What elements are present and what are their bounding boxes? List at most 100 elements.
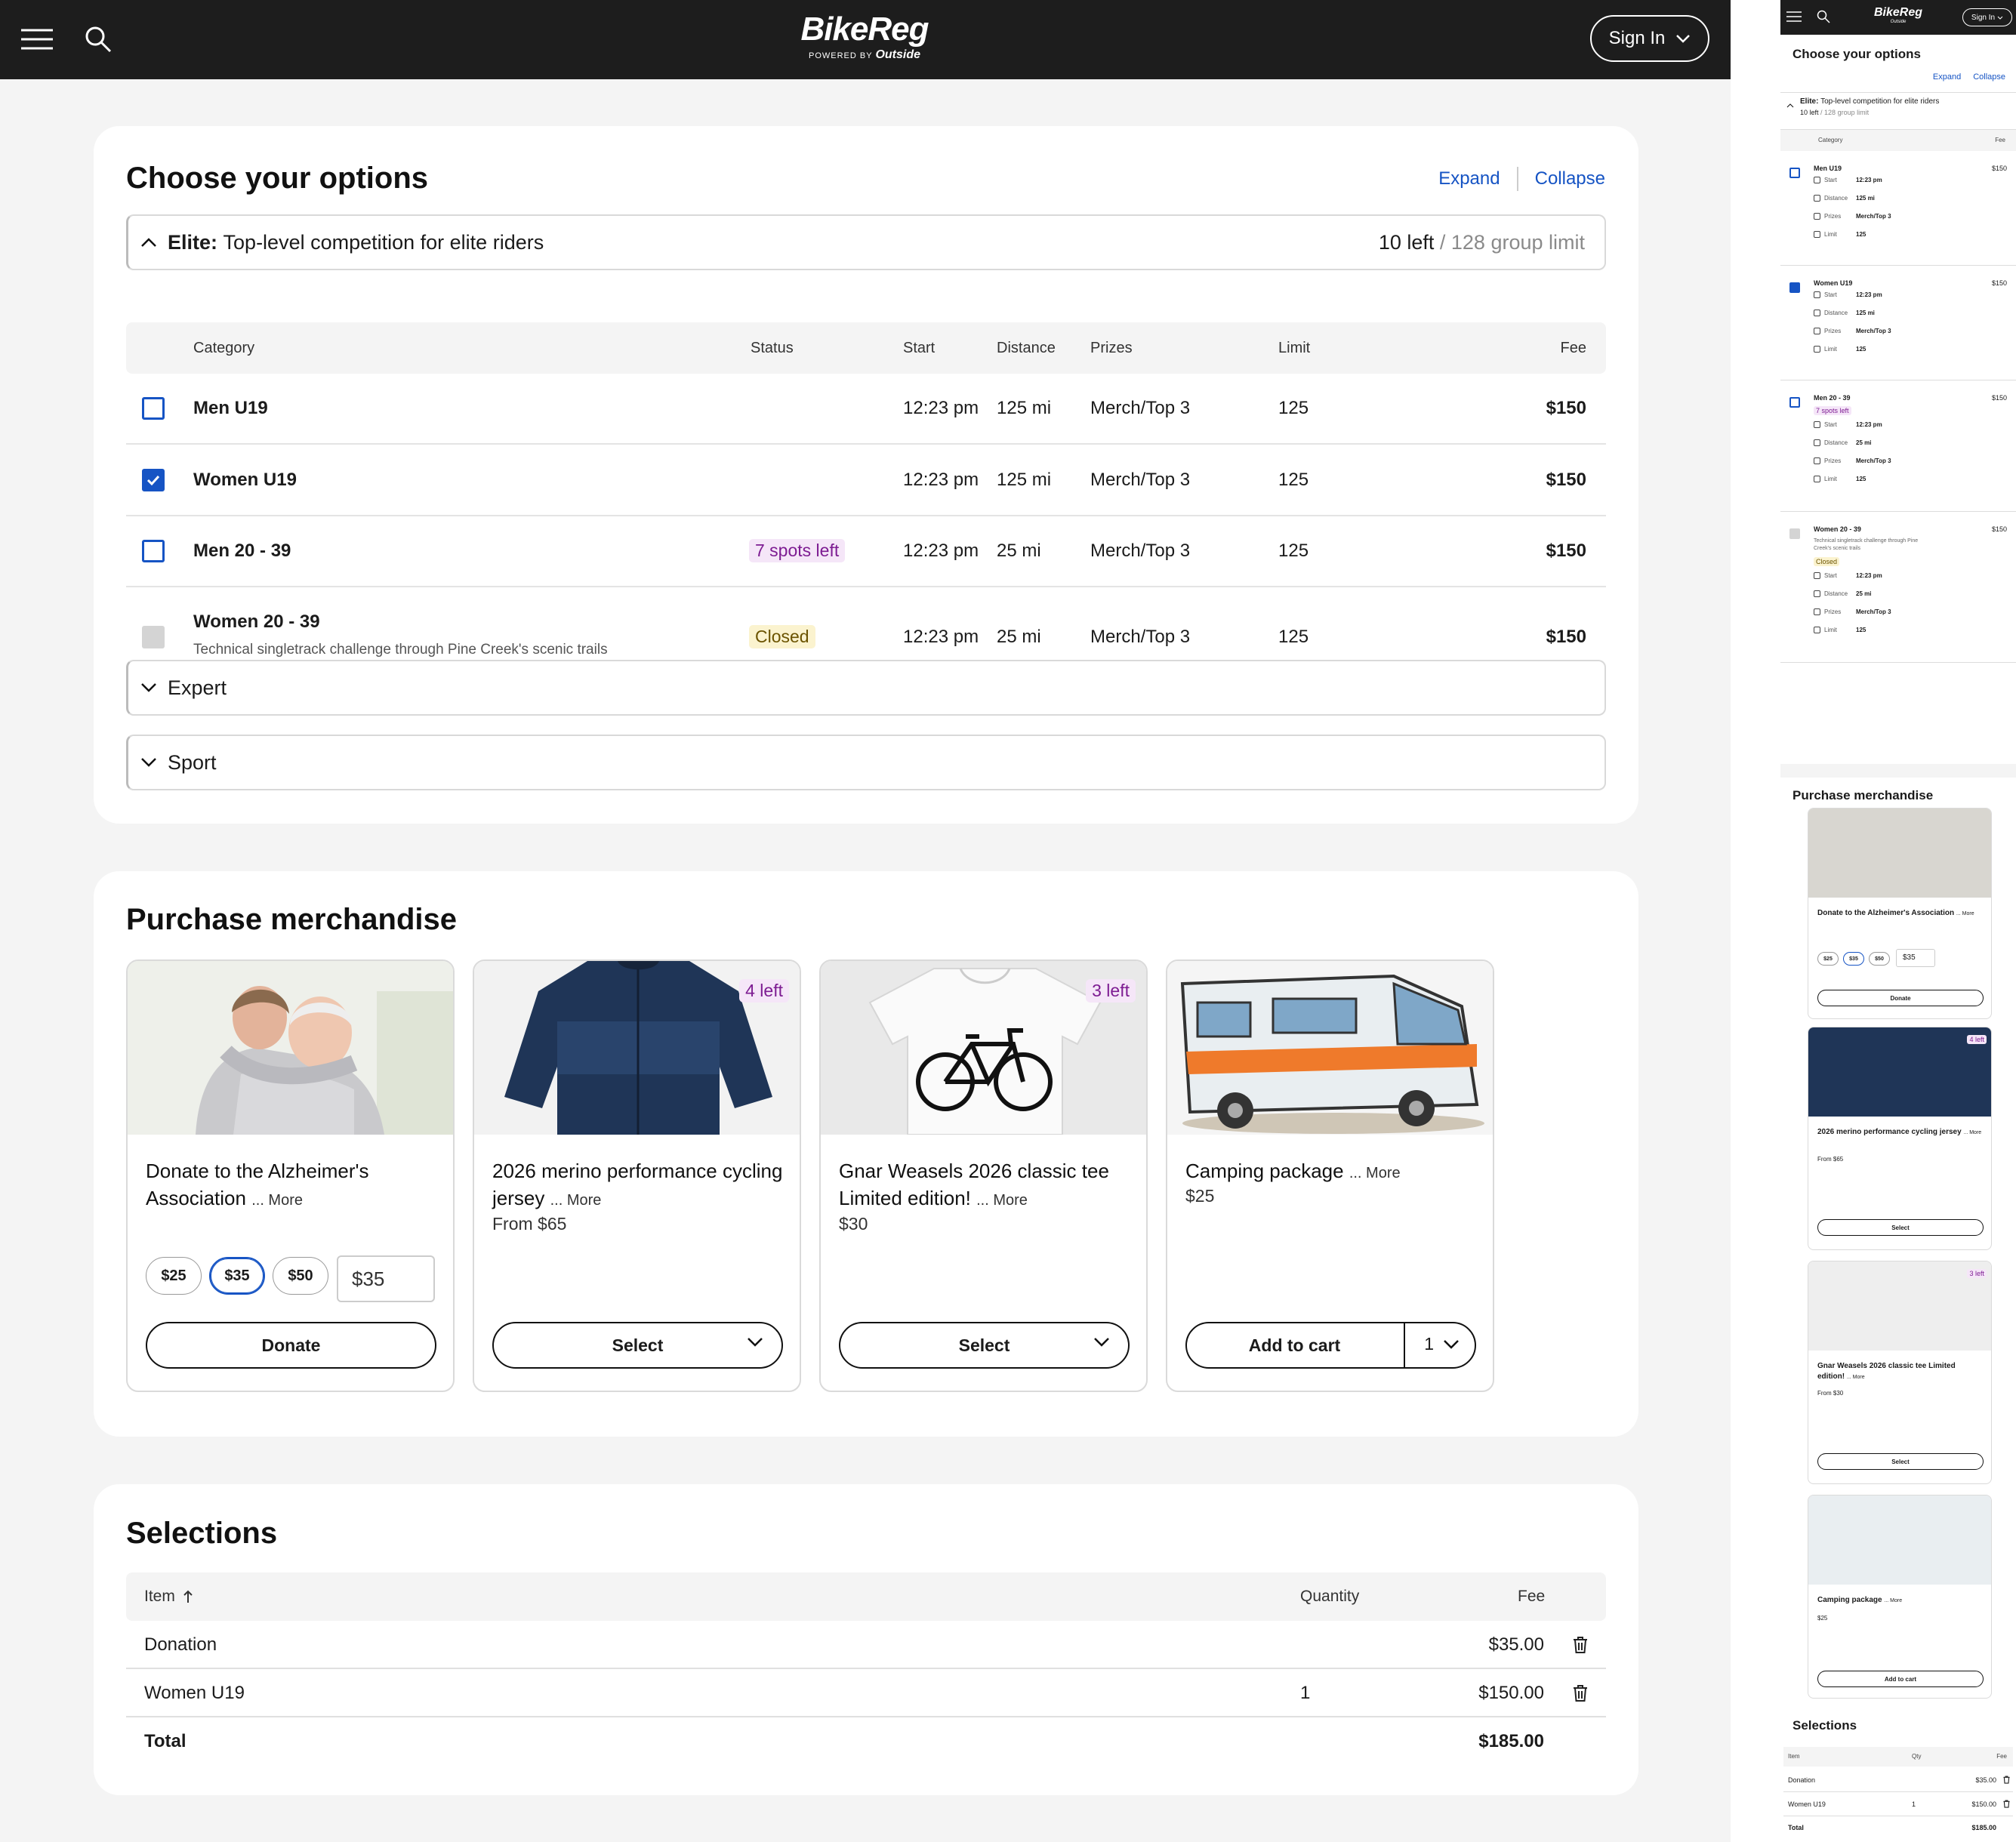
start-time: 12:23 pm [903, 541, 979, 561]
total-row: Total $185.00 [1783, 1816, 2013, 1839]
trophy-icon [1814, 608, 1820, 615]
start-time: 12:23 pm [903, 398, 979, 418]
amount-chip-25[interactable]: $25 [146, 1257, 202, 1295]
category-description: Technical singletrack challenge through … [193, 642, 608, 658]
group-header-expert[interactable]: Expert [126, 660, 1606, 716]
field-value: 125 mi [1856, 195, 1875, 202]
item-quantity: 1 [1300, 1683, 1311, 1703]
fee: $150 [1546, 541, 1586, 561]
group-header-elite[interactable]: Elite: Top-level competition for elite r… [1780, 92, 2016, 130]
field-label: Prizes [1824, 328, 1842, 334]
amount-chip[interactable]: $50 [1869, 952, 1890, 966]
field-label: Limit [1824, 627, 1837, 633]
group-header-sport[interactable]: Sport [126, 735, 1606, 790]
trash-icon[interactable] [2003, 1800, 2010, 1808]
more-link[interactable]: ... More [1963, 1130, 1981, 1135]
category-checkbox[interactable] [1789, 397, 1800, 408]
mobile-category-row: Women U19 $150 Start 12:23 pm Distance 125 mi… [1780, 266, 2016, 380]
mobile-merch-item: 3 left Gnar Weasels 2026 classic tee Limi… [1808, 1261, 1992, 1484]
trash-icon[interactable] [2003, 1776, 2010, 1784]
mobile-table-header: Category Fee [1780, 130, 2016, 151]
field-label: Prizes [1824, 213, 1842, 220]
clock-icon [1814, 572, 1820, 579]
sign-in-button[interactable]: Sign In [1962, 8, 2012, 26]
merch-item-camping: Camping package ... More $25 Add to cart… [1166, 960, 1494, 1392]
mobile-options-section: Choose your options Expand Collapse Elit… [1780, 35, 2016, 827]
trash-icon[interactable] [1573, 1684, 1588, 1702]
amount-chip[interactable]: $25 [1817, 952, 1839, 966]
total-fee: $185.00 [1478, 1731, 1544, 1751]
field-label: Start [1824, 572, 1837, 579]
search-icon[interactable] [85, 26, 112, 53]
more-link[interactable]: ... More [1847, 1375, 1865, 1380]
quantity-select[interactable]: 1 [1424, 1334, 1460, 1354]
more-link[interactable]: ... More [550, 1192, 602, 1209]
field-value: 12:23 pm [1856, 291, 1882, 298]
collapse-link[interactable]: Collapse [1535, 168, 1605, 189]
col-item-sortable[interactable]: Item [144, 1572, 193, 1621]
search-icon[interactable] [1817, 10, 1830, 23]
select-button[interactable]: Select [1817, 1219, 1984, 1236]
amount-chip-35-selected[interactable]: $35 [209, 1257, 265, 1295]
add-to-cart-button[interactable]: Add to cart [1817, 1671, 1984, 1687]
amount-chip[interactable]: $35 [1843, 952, 1864, 966]
merch-item-jersey: 4 left 2026 merino performance cycling j… [473, 960, 801, 1392]
category-checkbox[interactable] [142, 540, 165, 562]
more-link[interactable]: ... More [976, 1192, 1028, 1209]
hamburger-icon[interactable] [1786, 11, 1802, 22]
col-qty: Qty [1912, 1753, 1922, 1760]
category-checkbox[interactable] [142, 397, 165, 420]
expand-link[interactable]: Expand [1438, 168, 1500, 189]
donate-button[interactable]: Donate [146, 1322, 436, 1369]
start-time: 12:23 pm [903, 470, 979, 490]
field-value: Merch/Top 3 [1856, 213, 1891, 220]
group-header-elite[interactable]: Elite: Top-level competition for elite r… [126, 214, 1606, 270]
custom-amount-input[interactable]: $35 [1896, 949, 1935, 967]
select-button[interactable]: Select [1817, 1453, 1984, 1470]
category-name: Men 20 - 39 [1814, 394, 1851, 402]
add-to-cart-group: Add to cart 1 [1185, 1322, 1476, 1369]
bikereg-logo[interactable]: BikeReg Outside [1872, 6, 1925, 24]
bikereg-logo[interactable]: BikeReg POWERED BY Outside [793, 9, 936, 61]
jersey-photo: 4 left [474, 961, 800, 1135]
clock-icon [1814, 291, 1820, 298]
select-button[interactable]: Select [839, 1322, 1130, 1369]
field-value: 125 [1856, 627, 1866, 633]
merch-title: Donate to the Alzheimer's Association ..… [146, 1160, 369, 1209]
item-name: Donation [144, 1634, 217, 1655]
donate-button[interactable]: Donate [1817, 990, 1984, 1006]
field-value: 125 [1856, 346, 1866, 353]
custom-amount-input[interactable] [337, 1255, 435, 1302]
col-item[interactable]: Item [1788, 1753, 1800, 1760]
more-link[interactable]: ... More [1349, 1165, 1401, 1181]
stock-badge: 4 left [1967, 1035, 1987, 1044]
amount-chip-50[interactable]: $50 [273, 1257, 328, 1295]
mobile-viewport: BikeReg Outside Sign In Choose your opti… [1780, 0, 2016, 1842]
more-link[interactable]: ... More [251, 1192, 303, 1209]
more-link[interactable]: ... More [1884, 1598, 1902, 1603]
sign-in-button[interactable]: Sign In [1590, 15, 1709, 62]
category-checkbox[interactable] [1789, 282, 1800, 293]
item-quantity: 1 [1912, 1800, 1916, 1808]
more-link[interactable]: ... More [1956, 911, 1974, 916]
field-value: 125 [1856, 231, 1866, 238]
fee: $150 [1991, 165, 2007, 172]
select-button[interactable]: Select [492, 1322, 783, 1369]
group-name: Sport [168, 750, 217, 774]
hamburger-icon[interactable] [21, 29, 53, 50]
category-name: Women U19 [193, 470, 297, 490]
merch-title: Donate to the Alzheimer's Association ..… [1817, 909, 1974, 917]
field-label: Limit [1824, 231, 1837, 238]
category-checkbox[interactable] [1789, 168, 1800, 178]
group-title: Elite: Top-level competition for elite r… [1800, 97, 1940, 106]
trophy-icon [1814, 457, 1820, 464]
field-value: 12:23 pm [1856, 177, 1882, 183]
collapse-link[interactable]: Collapse [1973, 72, 2005, 82]
add-to-cart-button[interactable]: Add to cart [1249, 1335, 1340, 1356]
field-label: Prizes [1824, 457, 1842, 464]
mobile-selections-header: Item Qty Fee [1783, 1747, 2013, 1767]
expand-link[interactable]: Expand [1933, 72, 1961, 82]
trash-icon[interactable] [1573, 1636, 1588, 1654]
logo-tagline: POWERED BY Outside [809, 48, 920, 61]
category-checkbox-checked[interactable] [142, 469, 165, 491]
